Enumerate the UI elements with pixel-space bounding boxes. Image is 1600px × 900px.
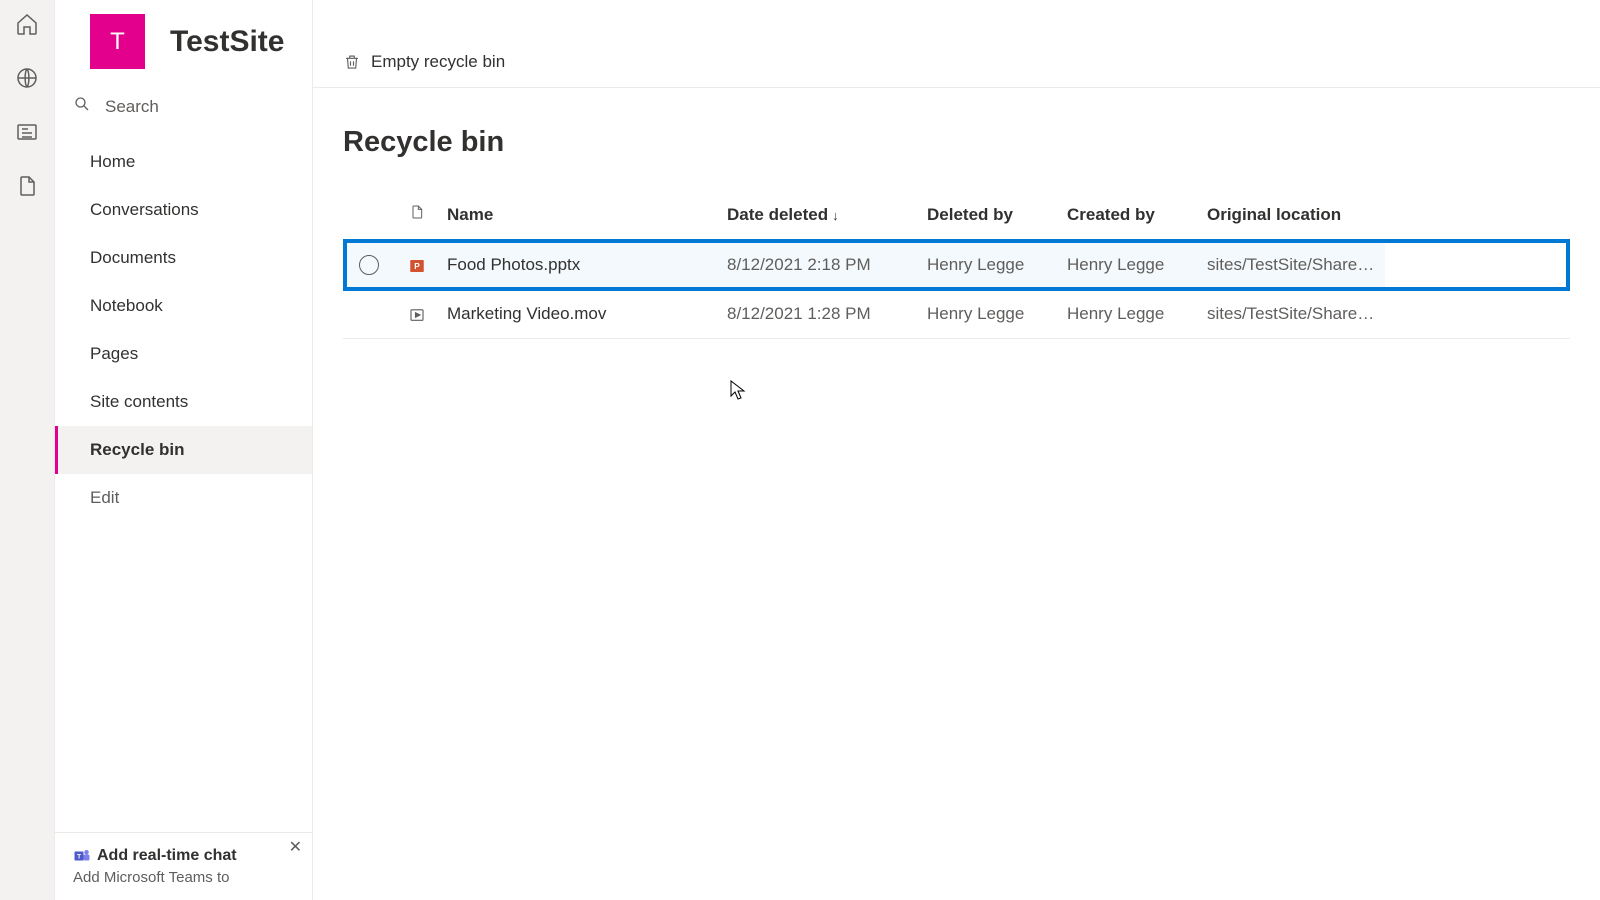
col-select[interactable] xyxy=(343,189,395,241)
promo-title: T Add real-time chat xyxy=(73,847,294,865)
col-header-deleted-by[interactable]: Deleted by xyxy=(919,189,1059,241)
search-icon xyxy=(73,95,91,118)
teams-icon: T xyxy=(73,847,91,865)
file-name: Marketing Video.mov xyxy=(439,290,719,339)
site-title: TestSite xyxy=(170,25,284,59)
sidebar: T TestSite Search Home Conversations Doc… xyxy=(55,0,313,900)
table-header-row: Name Date deleted↓ Deleted by Created by… xyxy=(343,189,1570,241)
col-header-created-by[interactable]: Created by xyxy=(1059,189,1199,241)
sidebar-item-pages[interactable]: Pages xyxy=(55,330,312,378)
search-input[interactable]: Search xyxy=(55,83,312,130)
deleted-by: Henry Legge xyxy=(919,290,1059,339)
sidebar-item-notebook[interactable]: Notebook xyxy=(55,282,312,330)
promo-desc: Add Microsoft Teams to xyxy=(73,869,294,886)
original-location: sites/TestSite/Shared Documents/Videos xyxy=(1199,290,1385,339)
app-rail xyxy=(0,0,55,900)
created-by: Henry Legge xyxy=(1059,290,1199,339)
svg-text:P: P xyxy=(414,262,420,271)
news-icon[interactable] xyxy=(15,120,39,144)
sidebar-item-documents[interactable]: Documents xyxy=(55,234,312,282)
deleted-by: Henry Legge xyxy=(919,241,1059,290)
files-icon[interactable] xyxy=(15,174,39,198)
sidebar-item-home[interactable]: Home xyxy=(55,138,312,186)
page-title: Recycle bin xyxy=(343,126,1570,159)
sidebar-item-edit[interactable]: Edit xyxy=(55,474,312,522)
table-row[interactable]: Marketing Video.mov 8/12/2021 1:28 PM He… xyxy=(343,290,1570,339)
sidebar-item-recycle-bin[interactable]: Recycle bin xyxy=(55,426,312,474)
site-header: T TestSite xyxy=(55,0,312,83)
site-logo[interactable]: T xyxy=(90,14,145,69)
command-bar: Empty recycle bin xyxy=(313,36,1600,88)
document-icon xyxy=(409,203,425,221)
search-placeholder: Search xyxy=(105,97,159,117)
trash-icon xyxy=(343,53,361,71)
col-type[interactable] xyxy=(395,189,439,241)
home-icon[interactable] xyxy=(15,12,39,36)
created-by: Henry Legge xyxy=(1059,241,1199,290)
row-checkbox[interactable] xyxy=(359,255,379,275)
sidebar-item-conversations[interactable]: Conversations xyxy=(55,186,312,234)
powerpoint-icon: P xyxy=(408,257,426,275)
video-icon xyxy=(408,306,426,324)
empty-recycle-bin-label: Empty recycle bin xyxy=(371,52,505,72)
original-location: sites/TestSite/Shared Documents/Food xyxy=(1199,241,1385,290)
col-header-original-location[interactable]: Original location xyxy=(1199,189,1385,241)
col-header-date-deleted[interactable]: Date deleted↓ xyxy=(719,189,919,241)
promo-title-text: Add real-time chat xyxy=(97,847,237,865)
table-row[interactable]: P Food Photos.pptx 8/12/2021 2:18 PM Hen… xyxy=(343,241,1570,290)
date-deleted: 8/12/2021 2:18 PM xyxy=(719,241,919,290)
col-header-name[interactable]: Name xyxy=(439,189,719,241)
file-name: Food Photos.pptx xyxy=(439,241,719,290)
sort-down-icon: ↓ xyxy=(832,208,839,223)
close-icon[interactable]: ✕ xyxy=(289,837,302,857)
content-area: Recycle bin Name Date deleted↓ Deleted b… xyxy=(313,88,1600,339)
empty-recycle-bin-button[interactable]: Empty recycle bin xyxy=(343,52,505,72)
date-deleted: 8/12/2021 1:28 PM xyxy=(719,290,919,339)
sidebar-nav: Home Conversations Documents Notebook Pa… xyxy=(55,130,312,522)
recycle-bin-table: Name Date deleted↓ Deleted by Created by… xyxy=(343,189,1570,339)
sidebar-item-site-contents[interactable]: Site contents xyxy=(55,378,312,426)
globe-icon[interactable] xyxy=(15,66,39,90)
main-content: Empty recycle bin Recycle bin Name Date … xyxy=(313,0,1600,900)
teams-promo: ✕ T Add real-time chat Add Microsoft Tea… xyxy=(55,832,312,900)
